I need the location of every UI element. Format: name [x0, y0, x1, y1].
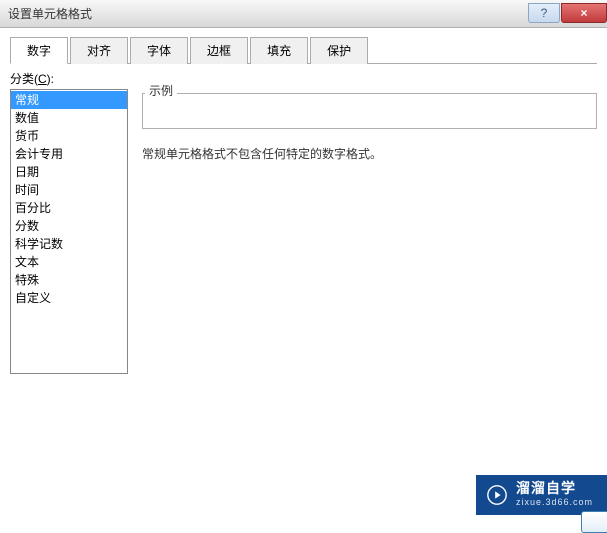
tab-alignment[interactable]: 对齐 [70, 37, 128, 64]
watermark-text: 溜溜自学 zixue.3d66.com [516, 481, 593, 509]
list-item[interactable]: 自定义 [11, 289, 127, 307]
category-label-key: C [38, 72, 47, 86]
tab-protection[interactable]: 保护 [310, 37, 368, 64]
category-listbox[interactable]: 常规 数值 货币 会计专用 日期 时间 百分比 分数 科学记数 文本 特殊 自定… [10, 89, 128, 374]
list-item[interactable]: 货币 [11, 127, 127, 145]
main-area: 常规 数值 货币 会计专用 日期 时间 百分比 分数 科学记数 文本 特殊 自定… [10, 89, 597, 374]
list-item[interactable]: 特殊 [11, 271, 127, 289]
format-description: 常规单元格格式不包含任何特定的数字格式。 [142, 145, 597, 163]
right-panel: 示例 常规单元格格式不包含任何特定的数字格式。 [142, 89, 597, 374]
sample-label: 示例 [145, 82, 177, 99]
sample-box: 示例 [142, 93, 597, 129]
list-item[interactable]: 数值 [11, 109, 127, 127]
list-item[interactable]: 文本 [11, 253, 127, 271]
help-button[interactable]: ? [528, 3, 560, 23]
dialog-content: 数字 对齐 字体 边框 填充 保护 分类(C): 常规 数值 货币 会计专用 日… [0, 28, 607, 382]
tab-font[interactable]: 字体 [130, 37, 188, 64]
tab-bar: 数字 对齐 字体 边框 填充 保护 [10, 36, 597, 64]
tab-fill[interactable]: 填充 [250, 37, 308, 64]
titlebar: 设置单元格格式 ? × [0, 0, 607, 28]
list-item[interactable]: 分数 [11, 217, 127, 235]
list-item[interactable]: 日期 [11, 163, 127, 181]
category-label-prefix: 分类( [10, 72, 38, 86]
window-controls: ? × [527, 3, 607, 25]
tab-border[interactable]: 边框 [190, 37, 248, 64]
list-item[interactable]: 常规 [11, 91, 127, 109]
list-item[interactable]: 百分比 [11, 199, 127, 217]
list-item[interactable]: 时间 [11, 181, 127, 199]
watermark-sub: zixue.3d66.com [516, 495, 593, 509]
category-label-suffix: ): [47, 72, 54, 86]
watermark: 溜溜自学 zixue.3d66.com [476, 475, 607, 515]
list-item[interactable]: 科学记数 [11, 235, 127, 253]
window-title: 设置单元格格式 [8, 5, 92, 22]
category-label: 分类(C): [10, 70, 597, 87]
watermark-main: 溜溜自学 [516, 481, 593, 495]
close-button[interactable]: × [561, 3, 607, 23]
ok-button[interactable] [581, 511, 607, 533]
play-icon [486, 484, 508, 506]
tab-number[interactable]: 数字 [10, 37, 68, 64]
list-item[interactable]: 会计专用 [11, 145, 127, 163]
